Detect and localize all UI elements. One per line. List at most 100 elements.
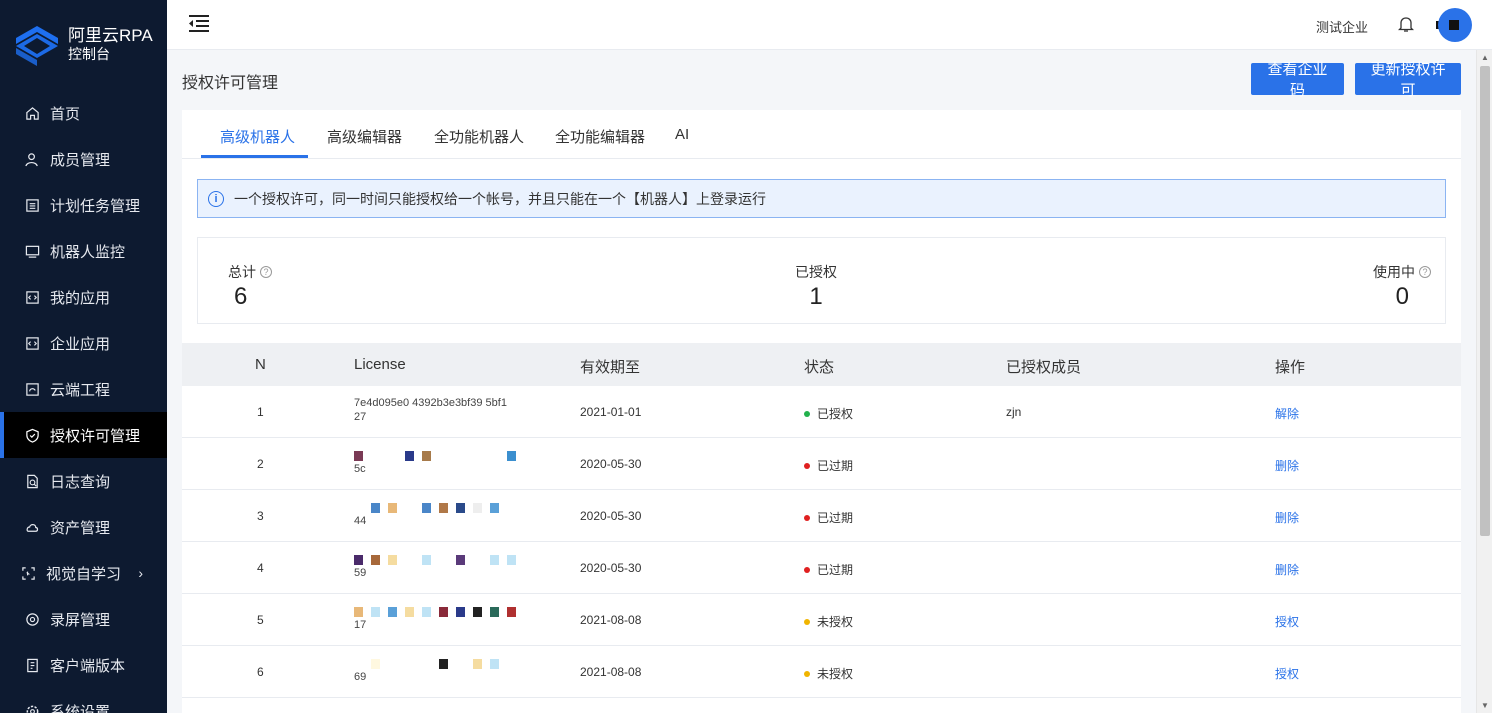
sidebar-item-label: 计划任务管理 xyxy=(50,197,141,215)
delete-link[interactable]: 删除 xyxy=(1275,561,1299,578)
sidebar-item-label: 客户端版本 xyxy=(50,657,126,675)
row-index: 1 xyxy=(257,405,264,419)
stat-in-use-value: 0 xyxy=(1395,283,1409,310)
license-table: N License 有效期至 状态 已授权成员 操作 1 7e4d095e0 4… xyxy=(182,343,1461,698)
info-notice: i 一个授权许可，同一时间只能授权给一个帐号，并且只能在一个【机器人】上登录运行 xyxy=(197,179,1446,218)
status-text: 未授权 xyxy=(817,615,854,629)
monitor-icon xyxy=(24,243,40,259)
tab-full-robot[interactable]: 全功能机器人 xyxy=(434,126,524,147)
license-key: 69 xyxy=(354,657,546,687)
tab-ai[interactable]: AI xyxy=(675,126,689,143)
scan-icon xyxy=(20,565,36,581)
sidebar-item-screen-recording[interactable]: 录屏管理 xyxy=(0,596,167,642)
license-key-tail: 59 xyxy=(354,567,367,579)
revoke-link[interactable]: 解除 xyxy=(1275,405,1299,422)
bell-icon[interactable] xyxy=(1397,16,1415,38)
record-icon xyxy=(24,611,40,627)
brand[interactable]: 阿里云RPA 控制台 xyxy=(0,0,167,90)
col-expiry: 有效期至 xyxy=(580,359,641,376)
status-dot xyxy=(804,566,810,573)
table-row: 3 44 2020-05-30 已过期 删除 xyxy=(182,490,1461,542)
sidebar-item-label: 机器人监控 xyxy=(50,243,126,261)
col-n: N xyxy=(255,356,266,373)
stat-in-use-label: 使用中 xyxy=(1373,264,1415,280)
update-license-button[interactable]: 更新授权许可 xyxy=(1355,61,1461,99)
license-key-head: 7e4d095e0 4392b3e3bf39 5bf1 xyxy=(354,397,507,409)
sidebar-item-label: 系统设置 xyxy=(50,703,111,713)
scroll-up-icon[interactable]: ▲ xyxy=(1481,53,1489,62)
status-text: 已过期 xyxy=(817,563,854,577)
expiry-date: 2021-08-08 xyxy=(580,665,642,679)
license-key-tail: 5c xyxy=(354,463,366,475)
delete-link[interactable]: 删除 xyxy=(1275,509,1299,526)
status-dot xyxy=(804,670,810,677)
license-key-tail: 44 xyxy=(354,515,367,527)
app-icon xyxy=(24,289,40,305)
table-row: 1 7e4d095e0 4392b3e3bf39 5bf1 27 2021-01… xyxy=(182,386,1461,438)
sidebar-item-home[interactable]: 首页 xyxy=(0,90,167,136)
sidebar-item-robot-monitor[interactable]: 机器人监控 xyxy=(0,228,167,274)
row-index: 3 xyxy=(257,509,264,523)
chevron-right-icon: › xyxy=(138,565,143,581)
tab-advanced-editor[interactable]: 高级编辑器 xyxy=(327,126,402,147)
tab-full-editor[interactable]: 全功能编辑器 xyxy=(555,126,645,147)
avatar[interactable] xyxy=(1438,8,1472,42)
status-dot xyxy=(804,618,810,625)
content-panel: 高级机器人 高级编辑器 全功能机器人 全功能编辑器 AI i 一个授权许可，同一… xyxy=(182,110,1461,713)
sidebar-item-label: 首页 xyxy=(50,105,81,123)
sidebar-item-cloud-projects[interactable]: 云端工程 xyxy=(0,366,167,412)
sidebar-item-enterprise-apps[interactable]: 企业应用 xyxy=(0,320,167,366)
active-tab-indicator xyxy=(201,155,308,158)
row-index: 6 xyxy=(257,665,264,679)
sidebar-item-assets[interactable]: 资产管理 xyxy=(0,504,167,550)
help-icon[interactable]: ? xyxy=(1419,266,1431,278)
sidebar-item-scheduled-tasks[interactable]: 计划任务管理 xyxy=(0,182,167,228)
sidebar-item-label: 视觉自学习 xyxy=(46,565,122,583)
help-icon[interactable]: ? xyxy=(260,266,272,278)
status-dot xyxy=(804,410,810,417)
brand-title: 阿里云RPA xyxy=(68,26,153,46)
view-enterprise-code-button[interactable]: 查看企业码 xyxy=(1251,61,1344,99)
cloud-icon xyxy=(24,519,40,535)
license-key: 17 xyxy=(354,605,546,635)
expiry-date: 2021-08-08 xyxy=(580,613,642,627)
status-dot xyxy=(804,462,810,469)
sidebar-item-system-settings[interactable]: 系统设置 xyxy=(0,688,167,713)
authorize-link[interactable]: 授权 xyxy=(1275,665,1299,682)
expiry-date: 2020-05-30 xyxy=(580,457,642,471)
col-license: License xyxy=(354,356,406,373)
col-actions: 操作 xyxy=(1275,359,1306,376)
stat-authorized-label: 已授权 xyxy=(795,264,837,280)
company-name[interactable]: 测试企业 xyxy=(1316,17,1368,36)
status-badge: 已过期 xyxy=(804,561,853,578)
list-icon xyxy=(24,197,40,213)
sidebar-item-log-query[interactable]: 日志查询 xyxy=(0,458,167,504)
sidebar-item-client-version[interactable]: 客户端版本 xyxy=(0,642,167,688)
license-key: 59 xyxy=(354,553,546,583)
sidebar-item-members[interactable]: 成员管理 xyxy=(0,136,167,182)
stat-in-use: 使用中? 0 xyxy=(1373,262,1431,311)
sidebar-item-label: 授权许可管理 xyxy=(50,427,141,445)
delete-link[interactable]: 删除 xyxy=(1275,457,1299,474)
sidebar-item-my-apps[interactable]: 我的应用 xyxy=(0,274,167,320)
menu-toggle-icon[interactable] xyxy=(187,14,211,34)
status-badge: 已授权 xyxy=(804,405,853,422)
col-status: 状态 xyxy=(804,359,835,376)
scroll-down-icon[interactable]: ▼ xyxy=(1481,701,1489,710)
top-header: 测试企业 xyxy=(167,0,1492,50)
authorize-link[interactable]: 授权 xyxy=(1275,613,1299,630)
stat-authorized-value: 1 xyxy=(809,283,823,310)
app-icon xyxy=(24,335,40,351)
table-row: 6 69 2021-08-08 未授权 授权 xyxy=(182,646,1461,698)
client-icon xyxy=(24,657,40,673)
cloud-project-icon xyxy=(24,381,40,397)
aliyun-logo-icon xyxy=(14,24,60,66)
scroll-thumb[interactable] xyxy=(1480,66,1490,536)
stat-total-label: 总计 xyxy=(228,264,256,280)
page-scrollbar[interactable]: ▲ ▼ xyxy=(1476,50,1492,713)
sidebar-item-visual-learning[interactable]: 视觉自学习 › xyxy=(0,550,167,596)
sidebar-item-license-management[interactable]: 授权许可管理 xyxy=(0,412,167,458)
sidebar-item-label: 成员管理 xyxy=(50,151,111,169)
tab-advanced-robot[interactable]: 高级机器人 xyxy=(220,126,295,147)
col-member: 已授权成员 xyxy=(1006,359,1082,376)
